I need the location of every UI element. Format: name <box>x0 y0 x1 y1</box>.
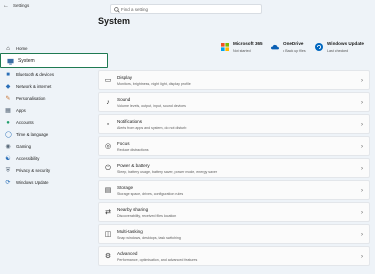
windows-update-icon <box>315 43 323 51</box>
sidebar-item-windows-update[interactable]: ⟳ Windows Update <box>3 177 101 188</box>
gamepad-icon: ◉ <box>5 143 11 150</box>
multitask-icon: ◫ <box>104 231 112 238</box>
search-placeholder: Find a setting <box>121 7 149 12</box>
card-nearby-sharing[interactable]: ⇄ Nearby sharing Discoverability, receiv… <box>98 202 370 222</box>
home-icon: ⌂ <box>6 45 10 52</box>
chevron-right-icon: › <box>361 210 363 216</box>
service-status: Last checked <box>327 49 349 53</box>
page-title: System <box>98 16 131 26</box>
sidebar-item-accounts[interactable]: ● Accounts <box>3 117 101 128</box>
card-title: Notifications <box>117 119 143 124</box>
sidebar-item-label: Time & language <box>16 132 49 137</box>
card-subtitle: Monitors, brightness, night light, displ… <box>117 82 191 86</box>
card-subtitle: Snap windows, desktops, task switching <box>117 236 181 240</box>
chevron-right-icon: › <box>361 100 363 106</box>
bluetooth-icon: ■ <box>6 71 10 78</box>
sidebar-item-label: System <box>18 58 35 64</box>
chevron-right-icon: › <box>361 232 363 238</box>
card-title: Advanced <box>117 251 138 256</box>
sidebar-item-label: Privacy & security <box>16 168 51 173</box>
card-sound[interactable]: ♪ Sound Volume levels, output, input, so… <box>98 92 370 112</box>
card-subtitle: Performance, optimisation, and advanced … <box>117 258 198 262</box>
shield-icon: ⛨ <box>5 167 11 174</box>
chevron-right-icon: › <box>361 122 363 128</box>
card-focus[interactable]: ◎ Focus Reduce distractions › <box>98 136 370 156</box>
search-icon <box>114 7 120 13</box>
globe-icon: ◯ <box>5 131 12 138</box>
microsoft-365-icon <box>221 43 229 51</box>
sidebar-item-apps[interactable]: ▦ Apps <box>3 105 101 116</box>
chevron-right-icon: › <box>361 254 363 260</box>
card-storage[interactable]: ▤ Storage Storage space, drives, configu… <box>98 180 370 200</box>
apps-icon: ▦ <box>5 107 11 114</box>
chevron-right-icon: › <box>361 144 363 150</box>
card-subtitle: Discoverability, received files location <box>117 214 177 218</box>
card-advanced[interactable]: ⚙ Advanced Performance, optimisation, an… <box>98 246 370 266</box>
sidebar-item-label: Personalisation <box>16 96 46 101</box>
card-display[interactable]: ▭ Display Monitors, brightness, night li… <box>98 70 370 90</box>
sidebar-item-accessibility[interactable]: ☯ Accessibility <box>3 153 101 164</box>
onedrive-icon <box>271 44 279 50</box>
sidebar-item-label: Gaming <box>16 144 32 149</box>
system-icon <box>7 58 14 65</box>
sidebar-item-bluetooth[interactable]: ■ Bluetooth & devices <box>3 69 101 80</box>
window-title: Settings <box>13 3 30 8</box>
sidebar-item-label: Windows Update <box>16 180 49 185</box>
card-title: Multi-tasking <box>117 229 143 234</box>
card-title: Storage <box>117 185 134 190</box>
advanced-icon: ⚙ <box>104 253 112 260</box>
card-subtitle: Volume levels, output, input, sound devi… <box>117 104 186 108</box>
accessibility-icon: ☯ <box>5 155 11 162</box>
card-title: Sound <box>117 97 131 102</box>
sidebar-item-label: Accessibility <box>16 156 40 161</box>
back-arrow-icon[interactable]: ← <box>3 2 9 10</box>
chevron-right-icon: › <box>361 166 363 172</box>
share-icon: ⇄ <box>105 209 111 216</box>
storage-icon: ▤ <box>104 187 112 194</box>
card-title: Power & battery <box>117 163 150 168</box>
service-name: OneDrive <box>283 41 304 46</box>
speaker-icon: ♪ <box>106 99 110 106</box>
sidebar-item-personalisation[interactable]: ✎ Personalisation <box>3 93 101 104</box>
card-subtitle: Alerts from apps and system, do not dist… <box>117 126 187 130</box>
sidebar-item-label: Apps <box>16 108 26 113</box>
bell-icon: ▫ <box>106 121 110 128</box>
account-icon: ● <box>6 119 10 126</box>
brush-icon: ✎ <box>5 95 11 102</box>
card-title: Display <box>117 75 133 80</box>
card-notifications[interactable]: ▫ Notifications Alerts from apps and sys… <box>98 114 370 134</box>
sidebar-item-system[interactable]: System <box>0 53 108 68</box>
card-subtitle: Reduce distractions <box>117 148 149 152</box>
power-icon: ⏻ <box>105 165 111 172</box>
chevron-right-icon: › <box>361 78 363 84</box>
sidebar-item-network[interactable]: ◆ Network & internet <box>3 81 101 92</box>
service-status: Not started <box>233 49 251 53</box>
sidebar-item-time-language[interactable]: ◯ Time & language <box>3 129 101 140</box>
sidebar-item-label: Network & internet <box>16 84 52 89</box>
sidebar-item-gaming[interactable]: ◉ Gaming <box>3 141 101 152</box>
sidebar-item-label: Accounts <box>16 120 34 125</box>
sidebar-item-label: Bluetooth & devices <box>16 72 54 77</box>
service-name: Microsoft 365 <box>233 41 263 46</box>
card-subtitle: Sleep, battery usage, battery saver, pow… <box>117 170 218 174</box>
display-icon: ▭ <box>104 77 112 84</box>
network-icon: ◆ <box>5 83 11 90</box>
card-power[interactable]: ⏻ Power & battery Sleep, battery usage, … <box>98 158 370 178</box>
chevron-right-icon: › <box>361 188 363 194</box>
search-box[interactable]: Find a setting <box>110 4 262 14</box>
sidebar-item-privacy[interactable]: ⛨ Privacy & security <box>3 165 101 176</box>
card-multitasking[interactable]: ◫ Multi-tasking Snap windows, desktops, … <box>98 224 370 244</box>
card-title: Nearby sharing <box>117 207 149 212</box>
card-title: Focus <box>117 141 130 146</box>
card-subtitle: Storage space, drives, configuration rul… <box>117 192 184 196</box>
service-status: • Back up files <box>283 49 306 53</box>
update-icon: ⟳ <box>5 179 11 186</box>
service-name: Windows Update <box>327 41 364 46</box>
sidebar-item-label: Home <box>16 46 28 51</box>
focus-icon: ◎ <box>104 143 112 150</box>
